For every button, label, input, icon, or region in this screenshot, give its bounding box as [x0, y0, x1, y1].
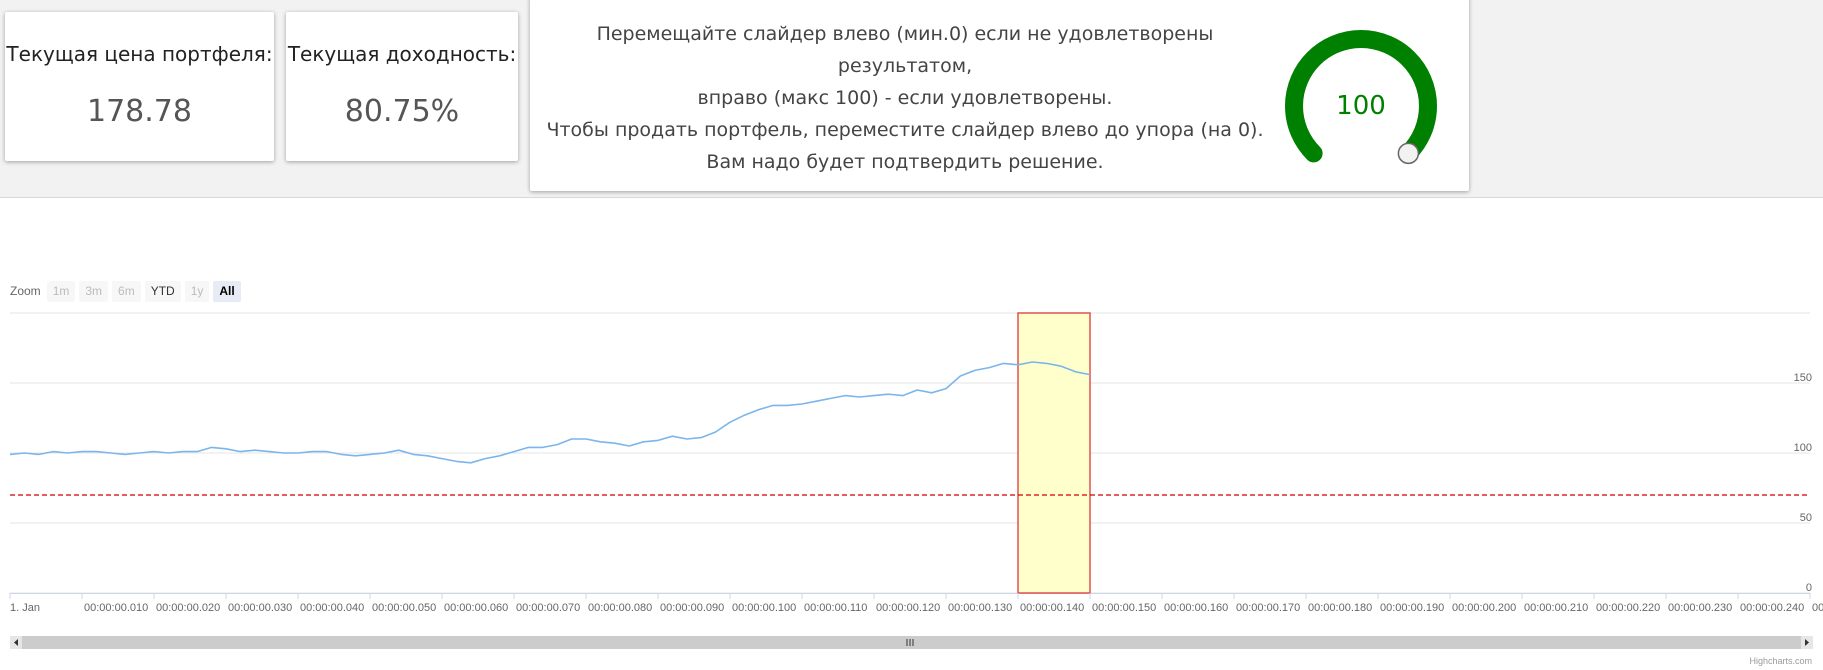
price-series-line — [9, 361, 1091, 464]
x-tick-label: 00:00:00.220 — [1596, 602, 1660, 614]
x-tick-label: 00:00:00.110 — [804, 602, 867, 614]
range-selector: Zoom 1m 3m 6m YTD 1y All — [10, 280, 245, 302]
y-tick-label: 0 — [1806, 582, 1812, 594]
x-tick-label: 00:00:00.240 — [1740, 602, 1804, 614]
instruction-line-2: вправо (макс 100) - если удовлетворены. — [697, 87, 1113, 109]
x-tick-label: 00:00:00.050 — [372, 602, 436, 614]
slider-instructions: Перемещайте слайдер влево (мин.0) если н… — [530, 18, 1280, 178]
zoom-1y-button[interactable]: 1y — [184, 280, 210, 302]
portfolio-price-value: 178.78 — [87, 94, 192, 129]
x-tick-label: 00:00:00.070 — [516, 602, 580, 614]
satisfaction-slider-card: Перемещайте слайдер влево (мин.0) если н… — [530, 0, 1469, 191]
x-tick-label: 00:00:00.120 — [876, 602, 940, 614]
instruction-line-3: Чтобы продать портфель, переместите слай… — [546, 119, 1264, 141]
scrollbar-track[interactable] — [10, 636, 1813, 649]
x-tick-label: 00:0... — [1812, 602, 1823, 614]
zoom-ytd-button[interactable]: YTD — [144, 280, 181, 302]
x-tick-label: 00:00:00.040 — [300, 602, 364, 614]
portfolio-price-card: Текущая цена портфеля: 178.78 — [5, 12, 274, 161]
y-tick-label: 50 — [1800, 512, 1812, 524]
x-tick-label: 00:00:00.140 — [1020, 602, 1084, 614]
x-tick-label: 00:00:00.200 — [1452, 602, 1516, 614]
x-tick-label: 00:00:00.190 — [1380, 602, 1444, 614]
instruction-line-1: Перемещайте слайдер влево (мин.0) если н… — [596, 23, 1214, 77]
y-tick-label: 150 — [1794, 372, 1812, 384]
x-tick-label: 00:00:00.210 — [1524, 602, 1588, 614]
zoom-all-button[interactable]: All — [213, 280, 241, 302]
navigator-scrollbar[interactable] — [10, 636, 1813, 649]
x-tick-label: 00:00:00.160 — [1164, 602, 1228, 614]
satisfaction-gauge-slider[interactable]: 100 — [1268, 6, 1468, 206]
zoom-6m-button[interactable]: 6m — [112, 280, 141, 302]
x-tick-label: 00:00:00.080 — [588, 602, 652, 614]
portfolio-price-chart: 0 50 100 150 1. Jan 00:00:00.010 00:00:00.020… — [9, 312, 1823, 666]
x-tick-label: 00:00:00.030 — [228, 602, 292, 614]
instruction-line-4: Вам надо будет подтвердить решение. — [706, 151, 1104, 173]
gauge-value-text: 100 — [1336, 91, 1386, 121]
portfolio-price-label: Текущая цена портфеля: — [6, 42, 273, 66]
x-tick-label: 00:00:00.060 — [444, 602, 508, 614]
zoom-label: Zoom — [10, 284, 41, 298]
portfolio-yield-value: 80.75% — [344, 94, 460, 129]
x-tick-label: 00:00:00.020 — [156, 602, 220, 614]
y-tick-label: 100 — [1794, 442, 1812, 454]
highlight-band — [1017, 312, 1091, 594]
x-tick-label: 1. Jan — [10, 602, 40, 614]
x-tick-label: 00:00:00.100 — [732, 602, 796, 614]
x-tick-label: 00:00:00.230 — [1668, 602, 1732, 614]
x-tick-label: 00:00:00.170 — [1236, 602, 1300, 614]
x-tick-label: 00:00:00.010 — [84, 602, 148, 614]
x-tick-label: 00:00:00.090 — [660, 602, 724, 614]
x-tick-label: 00:00:00.150 — [1092, 602, 1156, 614]
portfolio-yield-card: Текущая доходность: 80.75% — [286, 12, 518, 161]
x-tick-label: 00:00:00.180 — [1308, 602, 1372, 614]
portfolio-yield-label: Текущая доходность: — [287, 42, 517, 66]
zoom-3m-button[interactable]: 3m — [79, 280, 109, 302]
zoom-1m-button[interactable]: 1m — [46, 280, 76, 302]
x-tick-label: 00:00:00.130 — [948, 602, 1012, 614]
highcharts-credit[interactable]: Highcharts.com — [1749, 656, 1812, 666]
gauge-handle[interactable] — [1397, 142, 1420, 165]
